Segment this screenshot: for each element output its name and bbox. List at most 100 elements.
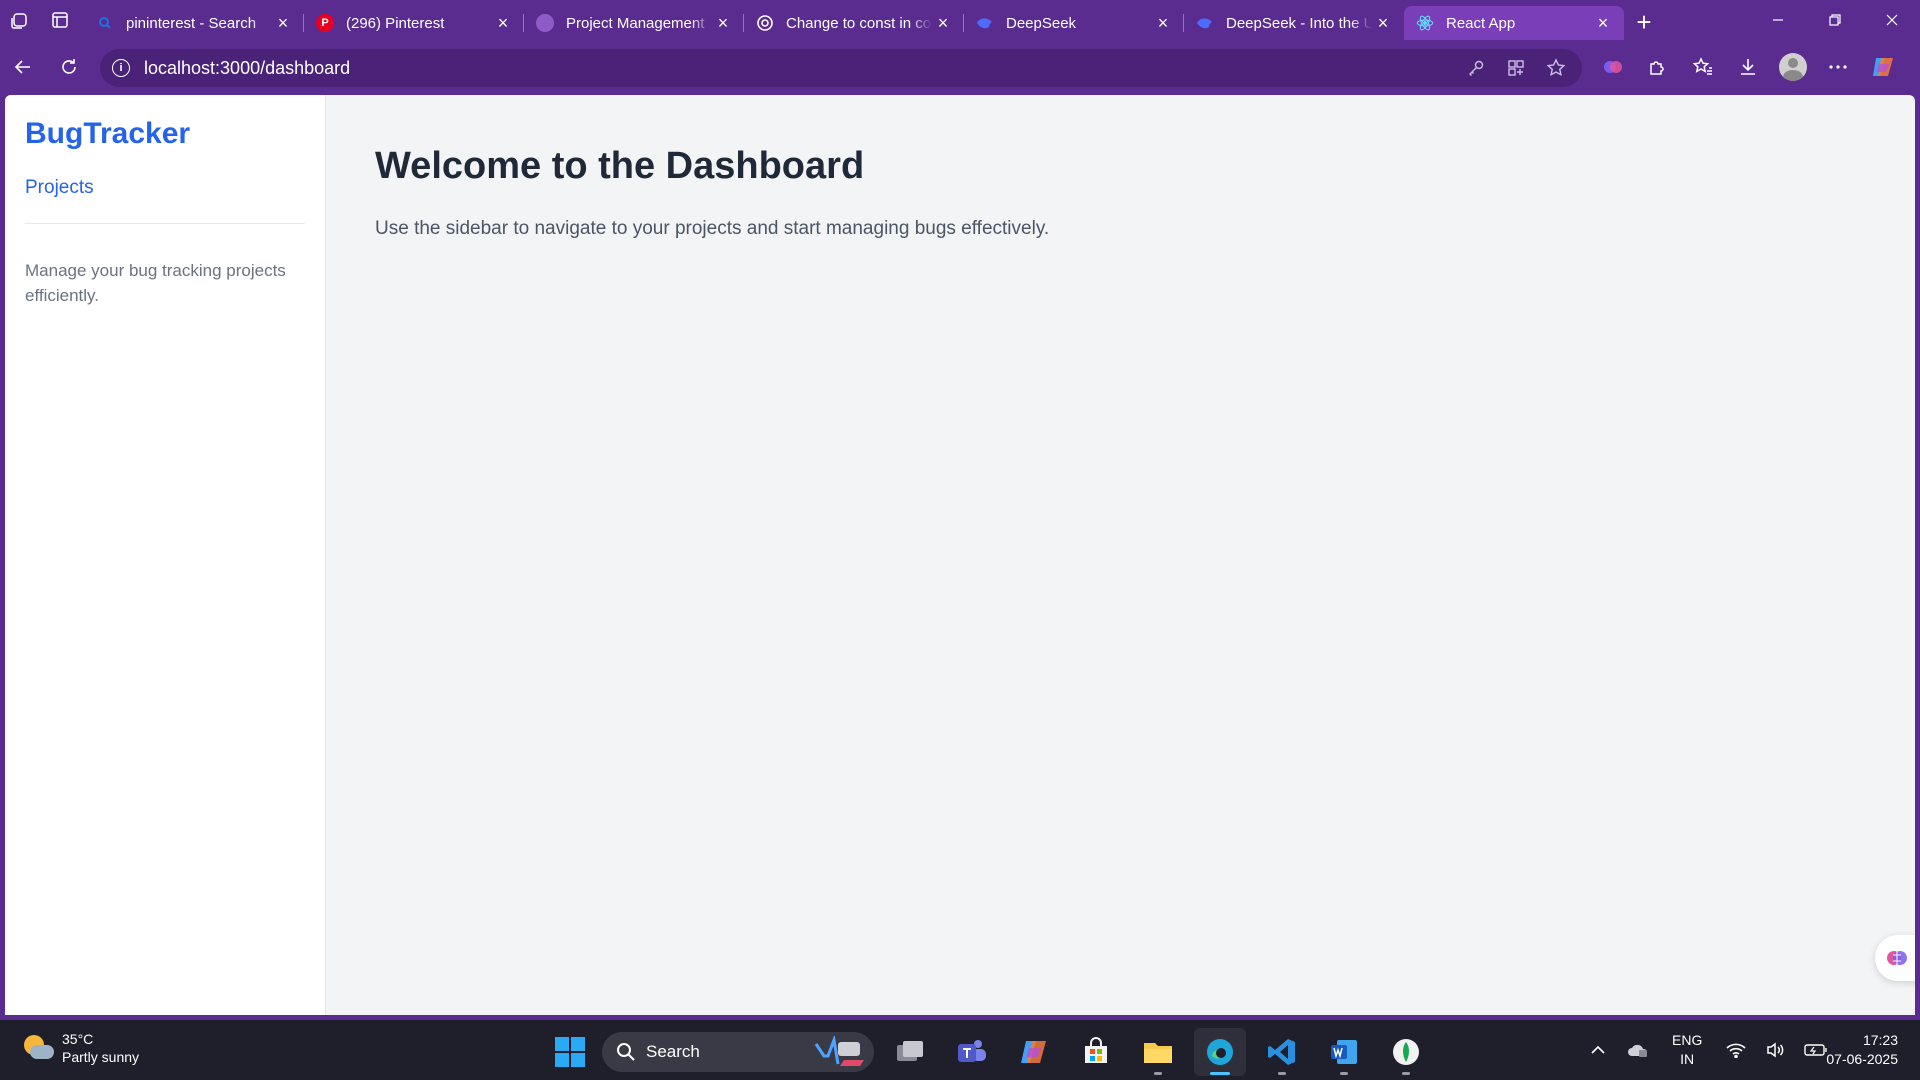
tab-title: React App — [1446, 14, 1516, 32]
tab-close-icon[interactable]: × — [492, 13, 514, 34]
profile-avatar[interactable] — [1770, 44, 1815, 90]
brain-icon — [1887, 951, 1907, 965]
edge-icon[interactable] — [1194, 1028, 1246, 1076]
tab-deepseek[interactable]: DeepSeek × — [964, 6, 1184, 40]
search-highlight-icon — [814, 1036, 864, 1066]
windows-start-icon[interactable] — [548, 1030, 592, 1074]
clock-date: 07-06-2025 — [1826, 1051, 1898, 1067]
running-indicator — [1340, 1072, 1348, 1075]
vscode-icon[interactable] — [1256, 1028, 1308, 1076]
running-indicator — [1278, 1072, 1286, 1075]
tab-react-app[interactable]: React App × — [1404, 6, 1624, 40]
copilot-extension-icon[interactable] — [1590, 44, 1635, 90]
clock-time: 17:23 — [1862, 1032, 1898, 1048]
volume-icon[interactable] — [1756, 1042, 1796, 1058]
tab-title: DeepSeek — [1006, 14, 1077, 32]
vertical-tabs-icon[interactable] — [40, 0, 80, 40]
copilot-floating-button[interactable] — [1875, 935, 1915, 981]
tab-close-icon[interactable]: × — [1372, 13, 1394, 34]
tab-close-icon[interactable]: × — [932, 13, 954, 34]
close-window-icon[interactable] — [1863, 0, 1920, 40]
favorite-star-icon[interactable] — [1540, 58, 1572, 78]
extensions-icon[interactable] — [1635, 44, 1680, 90]
page-title: Welcome to the Dashboard — [375, 145, 865, 187]
react-favicon-icon — [1416, 14, 1434, 32]
minimize-icon[interactable] — [1749, 0, 1806, 40]
microsoft-store-icon[interactable] — [1070, 1028, 1122, 1076]
tab-title: Change to const in co — [786, 14, 932, 32]
new-tab-icon[interactable]: + — [1624, 5, 1664, 39]
task-view-icon[interactable] — [884, 1028, 936, 1076]
tab-chatgpt[interactable]: Change to const in co × — [744, 6, 964, 40]
url-text[interactable]: localhost:3000/dashboard — [144, 58, 350, 79]
main-content: Welcome to the Dashboard Use the sidebar… — [375, 145, 1049, 240]
onedrive-icon[interactable] — [1618, 1042, 1658, 1058]
back-icon[interactable] — [0, 44, 46, 90]
sidebar: BugTracker Projects Manage your bug trac… — [5, 95, 326, 1015]
chatgpt-favicon-icon — [756, 14, 774, 32]
site-info-icon[interactable]: i — [112, 59, 130, 77]
tab-title: (296) Pinterest — [346, 14, 445, 32]
tab-pinterest[interactable]: P (296) Pinterest × — [304, 6, 524, 40]
file-explorer-icon[interactable] — [1132, 1028, 1184, 1076]
weather-widget[interactable]: 35°C Partly sunny — [22, 1030, 139, 1066]
tab-strip: pininterest - Search × P (296) Pinterest… — [0, 0, 1920, 40]
deepseek-favicon-icon — [976, 14, 994, 32]
tab-close-icon[interactable]: × — [1152, 13, 1174, 34]
language-indicator[interactable]: ENG IN — [1672, 1031, 1702, 1069]
mongodb-compass-icon[interactable] — [1380, 1028, 1432, 1076]
workspaces-icon[interactable] — [0, 0, 40, 40]
partly-sunny-icon — [22, 1033, 54, 1063]
window-controls — [1749, 0, 1920, 40]
tab-project-management[interactable]: Project Management × — [524, 6, 744, 40]
tab-title: pininterest - Search — [126, 14, 257, 32]
sidebar-item-projects[interactable]: Projects — [25, 177, 305, 199]
lang-line2: IN — [1680, 1051, 1695, 1067]
sidebar-divider — [25, 223, 305, 224]
tab-deepseek-2[interactable]: DeepSeek - Into the U × — [1184, 6, 1404, 40]
refresh-icon[interactable] — [46, 44, 92, 90]
system-tray: ENG IN — [1578, 1020, 1836, 1080]
pinterest-favicon-icon: P — [316, 14, 334, 32]
copilot-app-icon[interactable] — [1008, 1028, 1060, 1076]
taskbar-center: Search — [548, 1028, 1432, 1076]
lang-line1: ENG — [1672, 1032, 1703, 1048]
copilot-icon[interactable] — [1860, 44, 1905, 90]
favorites-icon[interactable] — [1680, 44, 1725, 90]
word-icon[interactable] — [1318, 1028, 1370, 1076]
page-subtext: Use the sidebar to navigate to your proj… — [375, 218, 1050, 239]
toolbar-right — [1590, 44, 1905, 90]
tab-close-icon[interactable]: × — [272, 13, 294, 34]
wifi-icon[interactable] — [1716, 1042, 1756, 1058]
tab-title: Project Management — [566, 14, 705, 32]
more-options-icon[interactable] — [1815, 44, 1860, 90]
address-bar-actions — [1460, 49, 1572, 87]
running-indicator — [1402, 1072, 1410, 1075]
teams-icon[interactable] — [946, 1028, 998, 1076]
taskbar: 35°C Partly sunny Search ENG IN 17:23 07… — [0, 1020, 1920, 1080]
app-available-icon[interactable] — [1500, 59, 1532, 77]
tab-title: DeepSeek - Into the U — [1226, 14, 1372, 32]
sidebar-description: Manage your bug tracking projects effici… — [25, 261, 286, 305]
chevron-up-icon[interactable] — [1578, 1045, 1618, 1055]
tab-pinterest-search[interactable]: pininterest - Search × — [84, 6, 304, 40]
taskbar-search[interactable]: Search — [602, 1032, 874, 1072]
weather-condition: Partly sunny — [62, 1049, 140, 1065]
tab-close-icon[interactable]: × — [712, 13, 734, 34]
page-viewport: BugTracker Projects Manage your bug trac… — [5, 95, 1915, 1015]
deepseek-favicon-icon — [1196, 14, 1214, 32]
tab-close-icon[interactable]: × — [1592, 13, 1614, 34]
project-favicon-icon — [536, 14, 554, 32]
tab-list: pininterest - Search × P (296) Pinterest… — [84, 0, 1624, 40]
browser-toolbar: i localhost:3000/dashboard — [0, 40, 1920, 94]
running-indicator — [1210, 1072, 1230, 1075]
brand-logo[interactable]: BugTracker — [25, 117, 305, 151]
weather-temp: 35°C — [62, 1031, 94, 1047]
restore-icon[interactable] — [1806, 0, 1863, 40]
downloads-icon[interactable] — [1725, 44, 1770, 90]
address-bar[interactable]: i localhost:3000/dashboard — [100, 49, 1582, 87]
search-label: Search — [646, 1042, 700, 1061]
key-icon[interactable] — [1460, 59, 1492, 77]
search-favicon-icon — [96, 14, 114, 32]
system-clock[interactable]: 17:23 07-06-2025 — [1826, 1031, 1898, 1069]
